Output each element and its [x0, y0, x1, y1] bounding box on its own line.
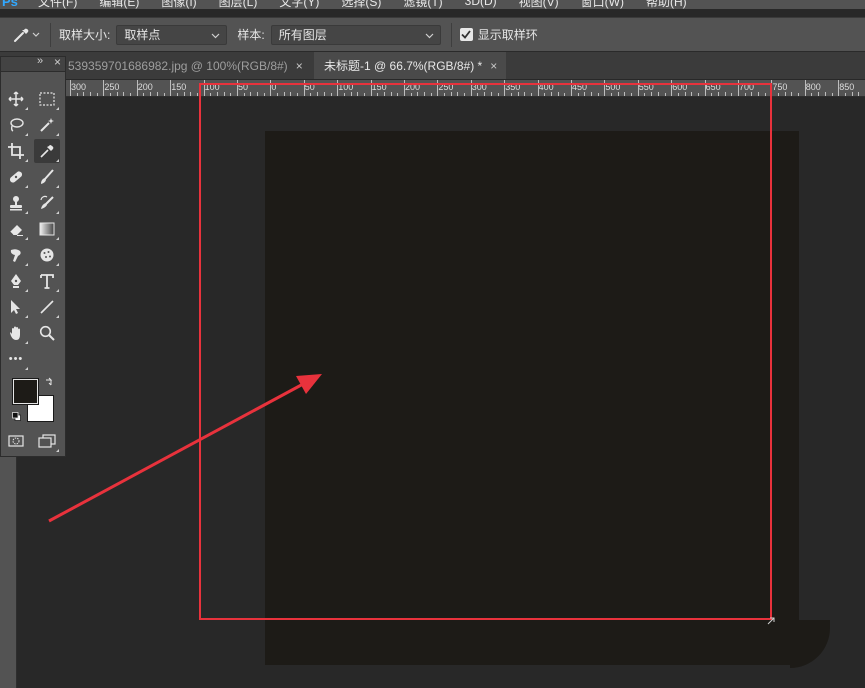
history-brush-icon[interactable] — [34, 191, 60, 215]
more-tools-label: ••• — [8, 353, 24, 365]
pen-tool-icon[interactable] — [3, 269, 29, 293]
type-tool-icon[interactable] — [34, 269, 60, 293]
gradient-tool-icon[interactable] — [34, 217, 60, 241]
annotation-arrow — [48, 374, 775, 625]
smudge-tool-icon[interactable] — [3, 243, 29, 267]
move-tool-icon[interactable] — [3, 87, 29, 111]
magic-wand-icon[interactable] — [34, 113, 60, 137]
cursor-icon — [767, 617, 775, 625]
crop-tool-icon[interactable] — [3, 139, 29, 163]
screen-mode-icon[interactable] — [34, 429, 60, 453]
close-icon[interactable]: × — [54, 55, 61, 69]
toolbox-header[interactable]: » × — [1, 55, 65, 72]
clone-stamp-icon[interactable] — [3, 191, 29, 215]
eyedropper-tool-icon[interactable] — [34, 139, 60, 163]
lasso-tool-icon[interactable] — [3, 113, 29, 137]
path-selection-icon[interactable] — [3, 295, 29, 319]
zoom-tool-icon[interactable] — [34, 321, 60, 345]
rectangular-marquee-icon[interactable] — [34, 87, 60, 111]
eraser-tool-icon[interactable] — [3, 217, 29, 241]
brush-tool-icon[interactable] — [34, 165, 60, 189]
swap-colors-icon[interactable] — [44, 376, 54, 390]
line-tool-icon[interactable] — [34, 295, 60, 319]
hand-tool-icon[interactable] — [3, 321, 29, 345]
default-colors-icon[interactable] — [12, 410, 21, 424]
sponge-tool-icon[interactable] — [34, 243, 60, 267]
toolbox-panel: » × ••• — [0, 55, 66, 457]
edit-toolbar-icon[interactable]: ••• — [3, 347, 29, 371]
foreground-color-swatch[interactable] — [13, 379, 38, 404]
quick-mask-icon[interactable] — [3, 429, 29, 453]
collapse-icon[interactable]: » — [37, 55, 43, 67]
healing-brush-icon[interactable] — [3, 165, 29, 189]
